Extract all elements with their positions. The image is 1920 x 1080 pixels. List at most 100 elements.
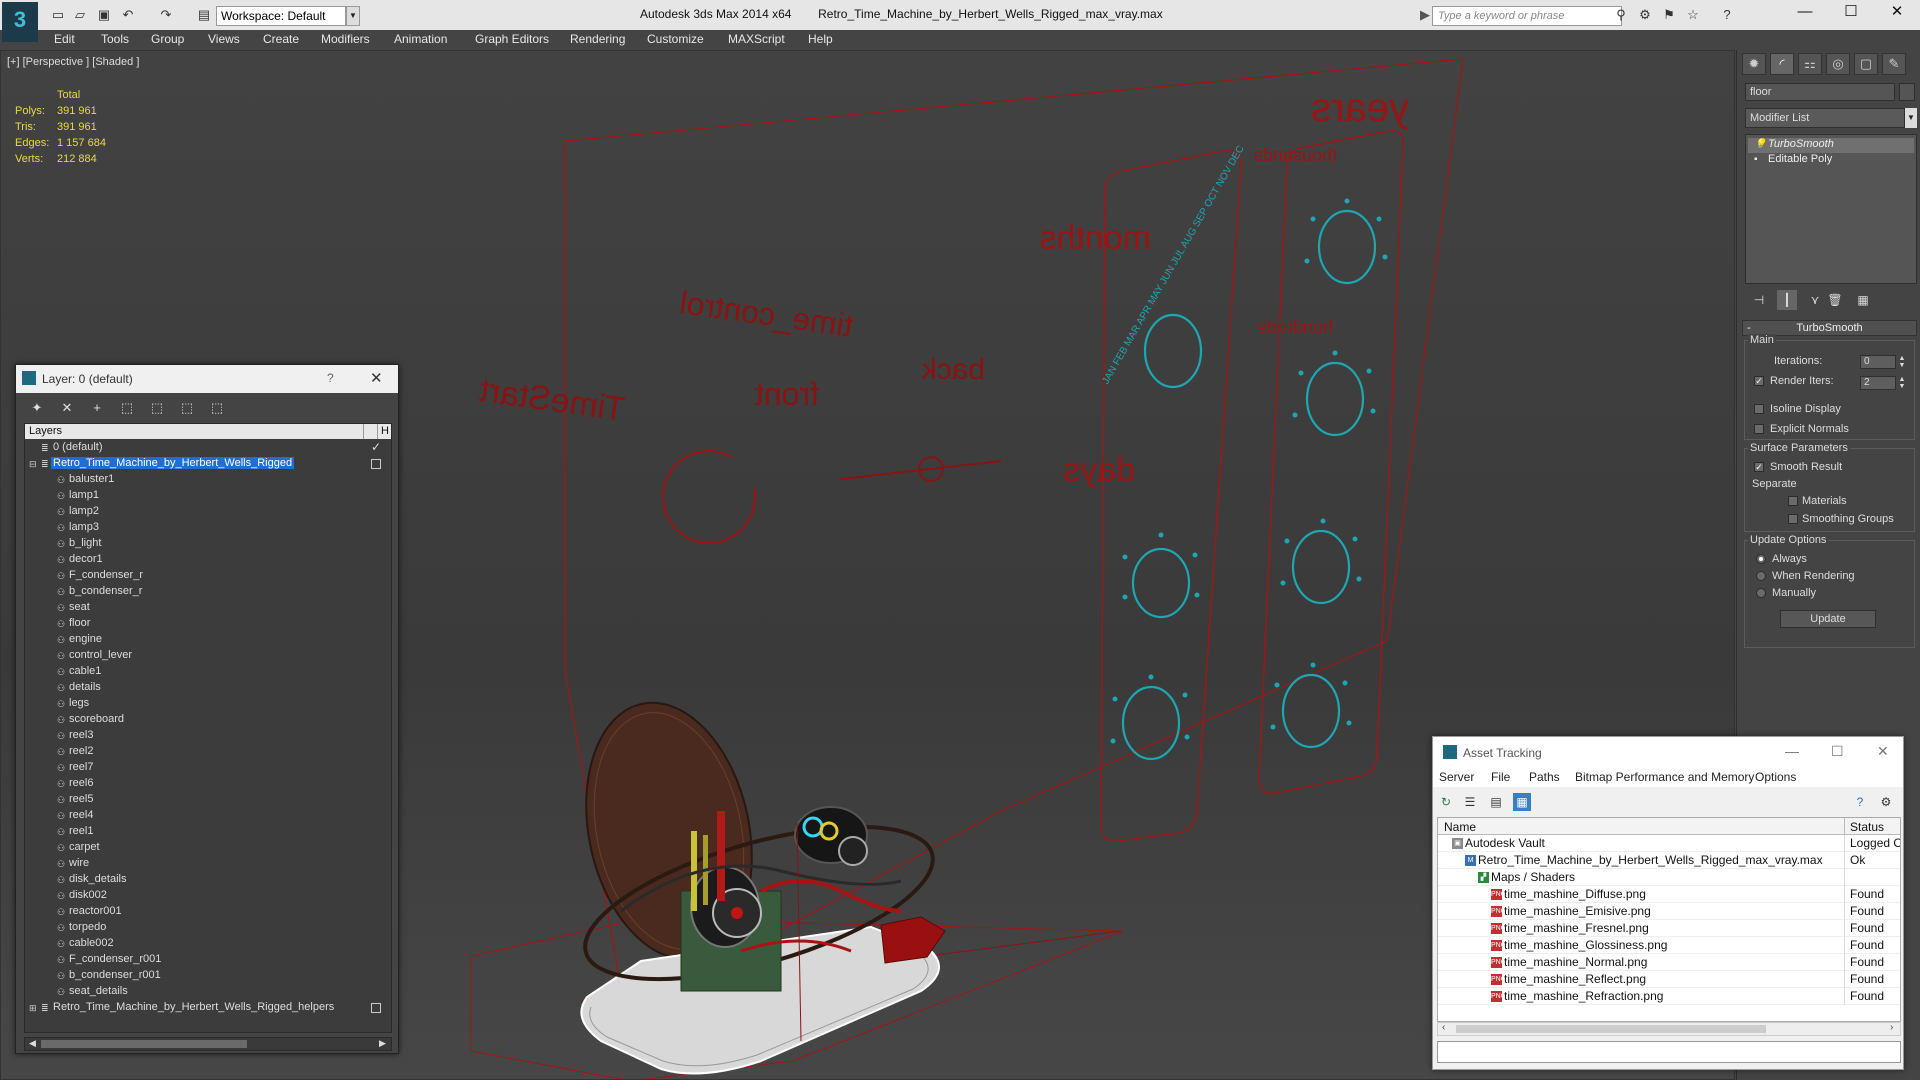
scroll-left-icon[interactable]: ‹: [1442, 1022, 1445, 1033]
layer-object-row[interactable]: ⚇ cable002: [25, 936, 391, 952]
layer-object-row[interactable]: ⚇ b_condenser_r001: [25, 968, 391, 984]
layer-object-row[interactable]: ⚇ reel1: [25, 824, 391, 840]
scroll-right-icon[interactable]: ›: [1890, 1022, 1893, 1033]
open-file-icon[interactable]: ▱: [72, 7, 88, 23]
iterations-spinner[interactable]: 0: [1860, 355, 1896, 369]
layer-object-row[interactable]: ⚇ reel6: [25, 776, 391, 792]
asset-row[interactable]: PNG time_mashine_Diffuse.png Found: [1438, 886, 1900, 903]
communication-icon[interactable]: ⚑: [1660, 7, 1678, 23]
expand-toggle-icon[interactable]: ⊟: [29, 459, 38, 469]
create-tab-icon[interactable]: ✹: [1742, 53, 1766, 75]
expand-toggle-icon[interactable]: ⊞: [29, 1003, 38, 1013]
layer-object-row[interactable]: ⚇ F_condenser_r001: [25, 952, 391, 968]
asset-menu-bitmap-performance[interactable]: Bitmap Performance and Memory: [1575, 770, 1754, 784]
smooth-result-checkbox[interactable]: ✓: [1754, 462, 1764, 472]
asset-menu-paths[interactable]: Paths: [1529, 770, 1560, 784]
menu-help[interactable]: Help: [808, 32, 833, 46]
favorites-star-icon[interactable]: ☆: [1684, 7, 1702, 23]
expand-plus-icon[interactable]: ▪: [1754, 154, 1764, 166]
hide-all-icon[interactable]: ⬚: [178, 399, 196, 417]
layer-object-row[interactable]: ⚇ cable1: [25, 664, 391, 680]
scrollbar-thumb[interactable]: [1456, 1025, 1766, 1033]
undo-icon[interactable]: ↶: [120, 7, 136, 23]
save-file-icon[interactable]: ▣: [96, 7, 112, 23]
freeze-all-icon[interactable]: ⬚: [208, 399, 226, 417]
select-objects-icon[interactable]: ⬚: [118, 399, 136, 417]
layer-row-default[interactable]: ≣ 0 (default) ✓: [25, 440, 391, 456]
asset-row[interactable]: ▣ Autodesk Vault Logged O: [1438, 835, 1900, 852]
asset-row[interactable]: PNG time_mashine_Fresnel.png Found: [1438, 920, 1900, 937]
menu-group[interactable]: Group: [151, 32, 184, 46]
isoline-display-checkbox[interactable]: [1754, 404, 1764, 414]
layer-object-row[interactable]: ⚇ floor: [25, 616, 391, 632]
create-layer-icon[interactable]: ✦: [28, 399, 46, 417]
modifier-list-select[interactable]: Modifier List: [1745, 108, 1905, 128]
column-header-status[interactable]: Status: [1850, 820, 1884, 834]
asset-menu-file[interactable]: File: [1491, 770, 1510, 784]
stack-item-turbosmooth[interactable]: 💡 TurboSmooth: [1748, 138, 1914, 153]
layer-object-row[interactable]: ⚇ engine: [25, 632, 391, 648]
menu-animation[interactable]: Animation: [394, 32, 447, 46]
layer-object-row[interactable]: ⚇ b_condenser_r: [25, 584, 391, 600]
add-to-layer-icon[interactable]: +: [88, 399, 106, 417]
settings-icon[interactable]: ⚙: [1877, 793, 1895, 811]
asset-row[interactable]: PNG time_mashine_Normal.png Found: [1438, 954, 1900, 971]
column-header-name[interactable]: Name: [1444, 820, 1476, 834]
asset-row[interactable]: PNG time_mashine_Emisive.png Found: [1438, 903, 1900, 920]
update-when-rendering-radio[interactable]: [1756, 571, 1766, 581]
workspace-select[interactable]: Workspace: Default: [216, 6, 346, 26]
column-header-hide[interactable]: H: [381, 425, 389, 437]
layer-object-row[interactable]: ⚇ reel4: [25, 808, 391, 824]
layer-object-row[interactable]: ⚇ seat_details: [25, 984, 391, 1000]
layer-object-row[interactable]: ⚇ details: [25, 680, 391, 696]
help-icon[interactable]: ?: [327, 371, 334, 385]
menu-graph-editors[interactable]: Graph Editors: [475, 32, 549, 46]
render-iters-checkbox[interactable]: ✓: [1754, 376, 1764, 386]
lightbulb-icon[interactable]: 💡: [1754, 139, 1766, 151]
expand-search-icon[interactable]: ▶: [1418, 7, 1432, 23]
utilities-tab-icon[interactable]: ✎: [1882, 53, 1906, 75]
make-unique-icon[interactable]: ⋎: [1805, 290, 1825, 310]
update-manually-radio[interactable]: [1756, 588, 1766, 598]
object-color-swatch[interactable]: [1899, 83, 1915, 101]
layer-object-row[interactable]: ⚇ seat: [25, 600, 391, 616]
layer-object-row[interactable]: ⚇ scoreboard: [25, 712, 391, 728]
layer-object-row[interactable]: ⚇ baluster1: [25, 472, 391, 488]
subscription-icon[interactable]: ⚙: [1636, 7, 1654, 23]
layer-object-row[interactable]: ⚇ reel3: [25, 728, 391, 744]
layer-hide-toggle[interactable]: [371, 1003, 381, 1013]
spinner-arrows-icon[interactable]: ▲ ▼: [1898, 355, 1906, 369]
menu-views[interactable]: Views: [208, 32, 240, 46]
modify-tab-icon[interactable]: ◜: [1770, 53, 1794, 75]
scroll-left-icon[interactable]: ◀: [29, 1038, 36, 1049]
stack-item-editable-poly[interactable]: ▪ Editable Poly: [1748, 153, 1914, 168]
hierarchy-tab-icon[interactable]: ⚏: [1798, 53, 1822, 75]
update-always-radio[interactable]: [1756, 554, 1766, 564]
layer-row-main[interactable]: ⊟ ≣ Retro_Time_Machine_by_Herbert_Wells_Ri…: [25, 456, 391, 472]
layer-object-row[interactable]: ⚇ lamp1: [25, 488, 391, 504]
explicit-normals-checkbox[interactable]: [1754, 424, 1764, 434]
menu-rendering[interactable]: Rendering: [570, 32, 625, 46]
refresh-icon[interactable]: ↻: [1437, 793, 1455, 811]
pin-stack-icon[interactable]: ⊣: [1749, 290, 1769, 310]
layer-hide-toggle[interactable]: [371, 459, 381, 469]
help-icon[interactable]: ?: [1851, 793, 1869, 811]
new-file-icon[interactable]: ▭: [50, 7, 66, 23]
scroll-right-icon[interactable]: ▶: [379, 1038, 386, 1049]
project-folder-icon[interactable]: ▤: [196, 7, 212, 23]
layer-object-row[interactable]: ⚇ reel7: [25, 760, 391, 776]
minimize-button[interactable]: —: [1782, 0, 1828, 26]
menu-tools[interactable]: Tools: [101, 32, 129, 46]
layer-object-row[interactable]: ⚇ reel2: [25, 744, 391, 760]
asset-dialog-titlebar[interactable]: Asset Tracking — ☐ ✕: [1433, 737, 1903, 767]
current-layer-check-icon[interactable]: ✓: [371, 440, 381, 454]
object-name-field[interactable]: floor: [1745, 83, 1895, 101]
chevron-down-icon[interactable]: ▼: [346, 6, 360, 26]
binoculars-icon[interactable]: ⚲: [1612, 7, 1630, 23]
app-logo-icon[interactable]: 3: [2, 2, 38, 42]
menu-modifiers[interactable]: Modifiers: [321, 32, 370, 46]
asset-row[interactable]: ▞ Maps / Shaders: [1438, 869, 1900, 886]
layer-object-row[interactable]: ⚇ b_light: [25, 536, 391, 552]
spinner-arrows-icon[interactable]: ▲ ▼: [1898, 376, 1906, 390]
grid-view-icon[interactable]: ▦: [1513, 793, 1531, 811]
